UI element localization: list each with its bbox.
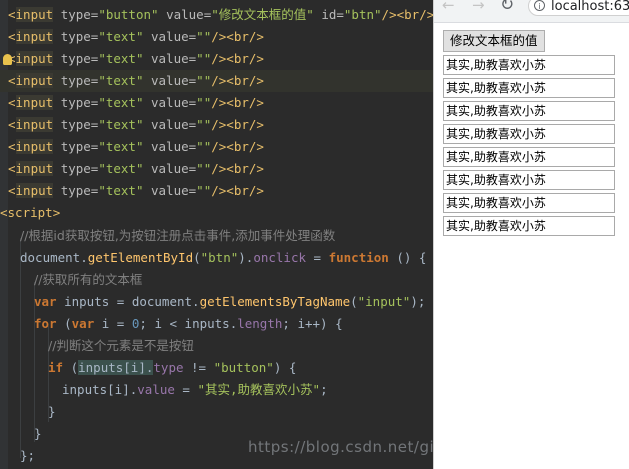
text-input[interactable]: 其实,助教喜欢小苏 [443,216,615,236]
code-line: //获取所有的文本框 [34,272,143,287]
code-line: <input type="text" value=""/><br/> [0,48,264,70]
code-line: <input type="text" value=""/><br/> [8,183,264,198]
code-line: <input type="text" value=""/><br/> [8,95,264,110]
text-input[interactable]: 其实,助教喜欢小苏 [443,78,615,98]
text-input[interactable]: 其实,助教喜欢小苏 [443,55,615,75]
text-input[interactable]: 其实,助教喜欢小苏 [443,101,615,121]
code-line: <input type="button" value="修改文本框的值" id=… [8,7,433,22]
text-input[interactable]: 其实,助教喜欢小苏 [443,147,615,167]
code-line: <input type="text" value=""/><br/> [8,29,264,44]
code-line: document.getElementById("btn").onclick =… [20,250,427,265]
code-line: if (inputs[i].type != "button") { [48,360,297,375]
text-input[interactable]: 其实,助教喜欢小苏 [443,193,615,213]
code-line: }; [20,448,36,463]
code-line: for (var i = 0; i < inputs.length; i++) … [34,316,343,331]
code-line: inputs[i].value = "其实,助教喜欢小苏"; [62,382,328,397]
watermark: https://blog.csdn.net/github_38313789 [248,438,433,456]
lightbulb-icon[interactable] [3,54,12,65]
code-line: <script> [0,205,61,220]
back-icon[interactable]: ← [442,0,455,14]
code-line: <input type="text" value=""/><br/> [8,117,264,132]
info-icon[interactable]: i [534,0,545,11]
code-line: <input type="text" value=""/><br/> [8,139,264,154]
text-input[interactable]: 其实,助教喜欢小苏 [443,124,615,144]
modify-textboxes-button[interactable]: 修改文本框的值 [443,30,545,52]
code-line: //根据id获取按钮,为按钮注册点击事件,添加事件处理函数 [20,228,336,243]
address-bar[interactable]: i localhost:63 [528,0,629,16]
code-line: <input type="text" value=""/><br/> [8,161,264,176]
code-line: } [34,426,42,441]
code-line: <input type="text" value=""/><br/> [0,70,433,92]
code-line: //判断这个元素是不是按钮 [48,338,194,353]
text-input[interactable]: 其实,助教喜欢小苏 [443,170,615,190]
address-text: localhost:63 [551,0,629,14]
forward-icon[interactable]: → [472,0,485,14]
browser-toolbar: ← → ↻ i localhost:63 [434,0,629,23]
code-line: } [48,404,56,419]
reload-icon[interactable]: ↻ [500,0,514,15]
code-editor[interactable]: <input type="button" value="修改文本框的值" id=… [0,0,433,469]
code-line: var inputs = document.getElementsByTagNa… [34,294,426,309]
browser-window: ← → ↻ i localhost:63 修改文本框的值 其实,助教喜欢小苏 其… [433,0,629,469]
